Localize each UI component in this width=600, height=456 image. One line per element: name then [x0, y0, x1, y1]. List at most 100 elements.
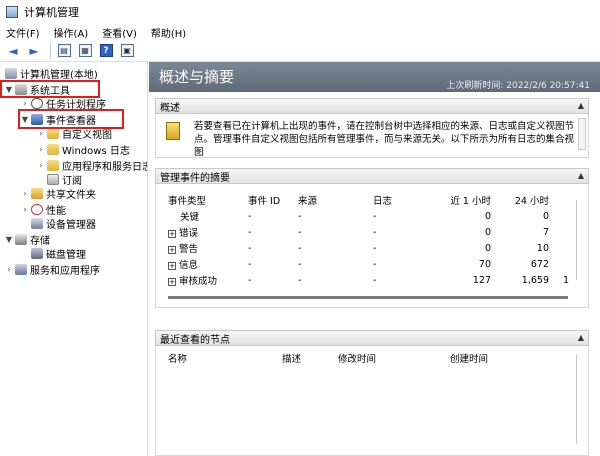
help-icon: ?: [99, 44, 113, 57]
column-header[interactable]: [549, 192, 569, 208]
table-header-row: 名称 描述 修改时间 创建时间: [168, 350, 530, 366]
section-title: 最近查看的节点: [160, 334, 230, 346]
count-24h: 0: [542, 210, 549, 222]
tree-item-windows-logs[interactable]: › Windows 日志: [36, 142, 130, 157]
expand-plus-icon[interactable]: +: [168, 245, 176, 254]
summary-vertical-scrollbar[interactable]: [576, 200, 584, 280]
event-log: -: [373, 258, 377, 270]
overview-section-header[interactable]: 概述 ▲: [155, 98, 589, 114]
properties-button[interactable]: ▣: [118, 42, 136, 60]
menu-file[interactable]: 文件(F): [6, 25, 40, 40]
count-1h: 0: [484, 226, 491, 238]
expand-plus-icon[interactable]: +: [168, 277, 176, 286]
chevron-right-icon[interactable]: ›: [20, 205, 30, 214]
table-row[interactable]: + 审核成功 - - - 127 1,659 1: [168, 272, 569, 288]
count-1h: 70: [478, 258, 491, 270]
expand-plus-icon[interactable]: +: [168, 261, 176, 270]
recent-section-header[interactable]: 最近查看的节点 ▲: [155, 330, 589, 346]
collapse-arrow-icon[interactable]: ▲: [578, 333, 584, 342]
device-manager-icon: [31, 218, 43, 229]
column-header[interactable]: 名称: [168, 350, 282, 366]
summary-horizontal-scrollbar[interactable]: [168, 296, 568, 299]
column-header[interactable]: 修改时间: [338, 350, 450, 366]
chevron-right-icon[interactable]: ›: [36, 161, 46, 170]
count-24h: 7: [542, 226, 549, 238]
column-header[interactable]: 事件 ID: [248, 192, 298, 208]
tree-item-shared-folders[interactable]: › 共享文件夹: [20, 186, 96, 201]
folder-icon: [47, 128, 59, 139]
tree-item-subscriptions[interactable]: 订阅: [46, 172, 82, 187]
tree-item-storage[interactable]: ▼ 存储: [4, 232, 50, 247]
chevron-down-icon[interactable]: ▼: [4, 235, 14, 244]
table-row[interactable]: + 错误 - - - 0 7: [168, 224, 569, 240]
show-hide-button[interactable]: ▦: [76, 42, 94, 60]
tree-item-label: 磁盘管理: [46, 250, 86, 261]
subscription-icon: [47, 174, 59, 185]
last-refresh-time: 上次刷新时间: 2022/2/6 20:57:41: [446, 81, 590, 91]
summary-section-header[interactable]: 管理事件的摘要 ▲: [155, 168, 589, 184]
toolbar-separator: [50, 42, 51, 59]
column-header[interactable]: 创建时间: [450, 350, 530, 366]
console-tree-button[interactable]: ▤: [55, 42, 73, 60]
show-hide-icon: ▦: [78, 44, 92, 57]
shared-folder-icon: [31, 188, 43, 199]
collapse-arrow-icon[interactable]: ▲: [578, 101, 584, 110]
count-extra: [549, 240, 569, 256]
event-type: 信息: [179, 260, 199, 271]
toolbar: ◄ ► ▤ ▦ ? ▣: [0, 40, 600, 62]
chevron-right-icon[interactable]: ›: [20, 99, 30, 108]
tree-item-device-manager[interactable]: 设备管理器: [30, 216, 96, 231]
chevron-right-icon[interactable]: ›: [4, 265, 14, 274]
table-row[interactable]: + 信息 - - - 70 672: [168, 256, 569, 272]
help-button[interactable]: ?: [97, 42, 115, 60]
storage-icon: [15, 234, 27, 245]
chevron-right-icon[interactable]: ›: [20, 189, 30, 198]
column-header[interactable]: 事件类型: [168, 192, 248, 208]
back-button[interactable]: ◄: [4, 42, 22, 60]
recent-vertical-scrollbar[interactable]: [576, 354, 584, 444]
count-extra: [549, 256, 569, 272]
table-row[interactable]: 关键 - - - 0 0: [168, 208, 569, 224]
menu-view[interactable]: 查看(V): [102, 25, 137, 40]
column-header[interactable]: 来源: [298, 192, 373, 208]
column-header[interactable]: 描述: [282, 350, 338, 366]
tree-item-app-service-logs[interactable]: › 应用程序和服务日志: [36, 158, 147, 173]
chevron-right-icon[interactable]: ›: [36, 129, 46, 138]
highlight-box-system-tools: [0, 80, 100, 98]
summary-table: 事件类型 事件 ID 来源 日志 近 1 小时 24 小时 关键 - - - 0…: [168, 192, 569, 288]
count-extra: [549, 224, 569, 240]
tree-item-performance[interactable]: › 性能: [20, 202, 66, 217]
chevron-right-icon[interactable]: ›: [36, 145, 46, 154]
forward-arrow-icon: ►: [29, 43, 39, 58]
disk-icon: [31, 248, 43, 259]
count-24h: 1,659: [521, 274, 549, 286]
tree-item-disk-management[interactable]: 磁盘管理: [30, 246, 86, 261]
summary-section: 事件类型 事件 ID 来源 日志 近 1 小时 24 小时 关键 - - - 0…: [155, 184, 589, 308]
tree-item-computer-management[interactable]: 计算机管理(本地): [4, 66, 98, 81]
tree-item-services-apps[interactable]: › 服务和应用程序: [4, 262, 100, 277]
forward-button[interactable]: ►: [25, 42, 43, 60]
performance-icon: [31, 204, 43, 215]
table-row[interactable]: + 警告 - - - 0 10: [168, 240, 569, 256]
menu-bar: 文件(F) 操作(A) 查看(V) 帮助(H): [0, 24, 600, 40]
column-header[interactable]: 日志: [373, 192, 423, 208]
column-header[interactable]: 近 1 小时: [423, 192, 491, 208]
computer-management-icon: [6, 6, 18, 18]
recent-section: 名称 描述 修改时间 创建时间: [155, 346, 589, 456]
column-header[interactable]: 24 小时: [491, 192, 549, 208]
table-header-row: 事件类型 事件 ID 来源 日志 近 1 小时 24 小时: [168, 192, 569, 208]
tree-item-label: 计算机管理(本地): [20, 70, 98, 81]
event-source: -: [298, 242, 302, 254]
section-title: 概述: [160, 102, 180, 114]
menu-action[interactable]: 操作(A): [54, 25, 89, 40]
menu-help[interactable]: 帮助(H): [151, 25, 186, 40]
count-24h: 672: [530, 258, 549, 270]
tree-item-label: Windows 日志: [62, 146, 130, 157]
expand-plus-icon[interactable]: +: [168, 229, 176, 238]
event-id: -: [248, 258, 252, 270]
overview-scrollbar[interactable]: [578, 118, 586, 150]
event-log: -: [373, 226, 377, 238]
folder-icon: [47, 160, 59, 171]
recent-table: 名称 描述 修改时间 创建时间: [168, 350, 530, 366]
collapse-arrow-icon[interactable]: ▲: [578, 171, 584, 180]
